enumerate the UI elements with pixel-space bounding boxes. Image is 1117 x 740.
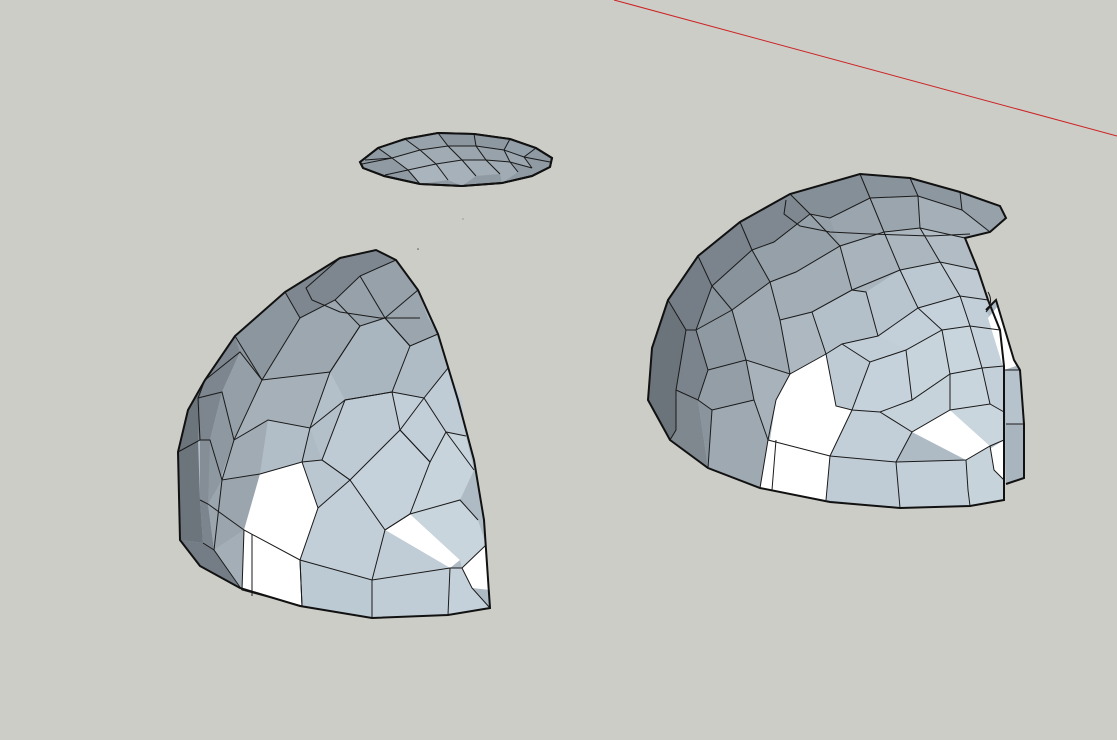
stray-point [462, 218, 464, 220]
left-dome-segment[interactable] [176, 248, 492, 620]
red-axis-line [613, 0, 1117, 137]
floating-disc[interactable] [358, 131, 554, 188]
right-dome-segment[interactable] [646, 172, 1025, 510]
3d-scene[interactable] [0, 0, 1117, 740]
modeling-viewport[interactable] [0, 0, 1117, 740]
stray-point [417, 248, 419, 250]
